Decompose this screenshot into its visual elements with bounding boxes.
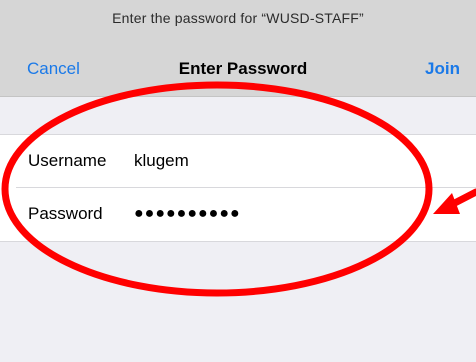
join-button[interactable]: Join [425,59,460,79]
navigation-bar: Enter the password for “WUSD-STAFF” Canc… [0,0,476,97]
credentials-form: Username klugem Password ●●●●●●●●●● [0,134,476,242]
password-row[interactable]: Password ●●●●●●●●●● [0,188,476,240]
page-title: Enter Password [178,59,308,78]
network-prompt: Enter the password for “WUSD-STAFF” [112,10,364,26]
username-field[interactable]: klugem [134,151,189,171]
password-label: Password [28,204,103,223]
username-row[interactable]: Username klugem [0,135,476,187]
password-field[interactable]: ●●●●●●●●●● [134,205,241,223]
username-label: Username [28,151,107,170]
